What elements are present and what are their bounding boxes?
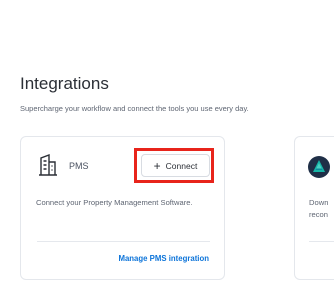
- triangle-logo-icon: [308, 156, 330, 178]
- card-divider: [309, 241, 334, 242]
- plus-icon: +: [153, 158, 161, 173]
- description-line-1: Down: [309, 198, 329, 207]
- manage-integration-link[interactable]: Manage PMS integration: [118, 254, 209, 263]
- integration-description: Connect your Property Management Softwar…: [36, 198, 193, 207]
- pms-integration-card: PMS + Connect Connect your Property Mana…: [20, 136, 225, 280]
- connect-label: Connect: [165, 160, 198, 171]
- connect-button[interactable]: + Connect: [141, 154, 210, 177]
- next-integration-card: Down recon: [294, 136, 334, 280]
- building-icon: [37, 153, 59, 176]
- integration-name: PMS: [69, 161, 89, 171]
- integration-description-partial: Down recon: [309, 197, 328, 221]
- integrations-page: Integrations Supercharge your workflow a…: [0, 0, 334, 284]
- page-title: Integrations: [20, 74, 109, 93]
- description-line-2: recon: [309, 210, 328, 219]
- card-divider: [37, 241, 210, 242]
- page-subtitle: Supercharge your workflow and connect th…: [20, 104, 249, 113]
